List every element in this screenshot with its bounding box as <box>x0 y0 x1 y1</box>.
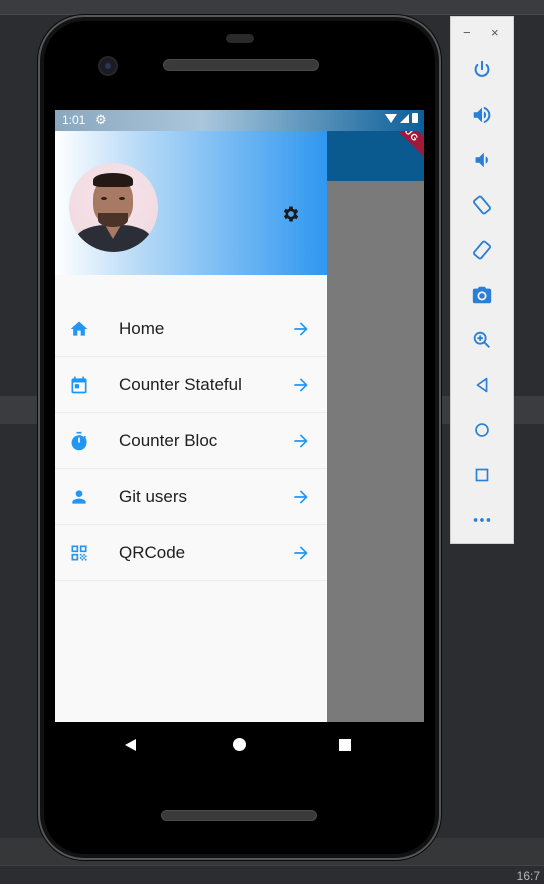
home-icon <box>69 319 89 339</box>
rotate-left-icon[interactable] <box>471 194 493 216</box>
overview-icon[interactable] <box>471 464 493 486</box>
device-screen: DEBUG <box>55 110 424 722</box>
menu-item-counter-stateful[interactable]: Counter Stateful <box>55 357 327 413</box>
front-camera <box>100 58 116 74</box>
menu-item-label: Git users <box>119 487 188 506</box>
arrow-forward-icon <box>291 319 311 339</box>
menu-item-label: QRCode <box>119 543 186 562</box>
bottom-speaker-grille <box>161 810 317 821</box>
volume-up-icon[interactable] <box>471 104 493 126</box>
menu-item-home[interactable]: Home <box>55 301 327 357</box>
timer-icon <box>69 431 89 451</box>
gear-icon[interactable] <box>281 204 301 224</box>
phone-frame: DEBUG <box>38 15 441 860</box>
camera-icon[interactable] <box>471 284 493 306</box>
person-icon <box>69 487 89 507</box>
drawer-menu: Home Counter Stateful Counter Bloc Git u… <box>55 301 327 581</box>
back-icon[interactable] <box>471 374 493 396</box>
status-icons <box>385 113 418 123</box>
status-time: 1:01 <box>62 113 86 127</box>
avatar[interactable] <box>69 163 158 252</box>
menu-item-git-users[interactable]: Git users <box>55 469 327 525</box>
nav-back-icon[interactable] <box>125 739 136 751</box>
rotate-right-icon[interactable] <box>471 239 493 261</box>
arrow-forward-icon <box>291 543 311 563</box>
arrow-forward-icon <box>291 431 311 451</box>
emulator-toolbar: − × <box>450 16 514 544</box>
earpiece <box>226 34 254 43</box>
qr-code-icon <box>69 543 89 563</box>
menu-item-label: Counter Bloc <box>119 431 218 450</box>
menu-item-label: Home <box>119 319 165 338</box>
more-icon[interactable] <box>471 509 493 531</box>
menu-item-counter-bloc[interactable]: Counter Bloc <box>55 413 327 469</box>
ide-top-bar <box>0 0 544 15</box>
home-icon[interactable] <box>471 419 493 441</box>
menu-item-label: Counter Stateful <box>119 375 242 394</box>
arrow-forward-icon <box>291 375 311 395</box>
ide-clock: 16:7 <box>516 869 540 883</box>
arrow-forward-icon <box>291 487 311 507</box>
top-speaker-grille <box>163 59 319 71</box>
zoom-icon[interactable] <box>471 329 493 351</box>
status-gear-icon: ⚙ <box>95 112 107 127</box>
navigation-drawer: Home Counter Stateful Counter Bloc Git u… <box>55 110 327 722</box>
menu-item-qrcode[interactable]: QRCode <box>55 525 327 581</box>
calendar-icon <box>69 375 89 395</box>
close-button[interactable]: × <box>491 25 499 40</box>
nav-home-icon[interactable] <box>233 738 246 751</box>
nav-recents-icon[interactable] <box>339 739 351 751</box>
wifi-icon <box>385 113 397 123</box>
signal-icon <box>400 113 409 123</box>
android-nav-bar <box>55 722 424 766</box>
status-bar: 1:01 ⚙ <box>55 110 424 131</box>
minimize-button[interactable]: − <box>463 25 471 40</box>
ide-status-bar: 16:7 <box>0 865 544 884</box>
drawer-header <box>55 131 327 275</box>
battery-icon <box>412 113 418 123</box>
power-icon[interactable] <box>471 59 493 81</box>
volume-down-icon[interactable] <box>471 149 493 171</box>
